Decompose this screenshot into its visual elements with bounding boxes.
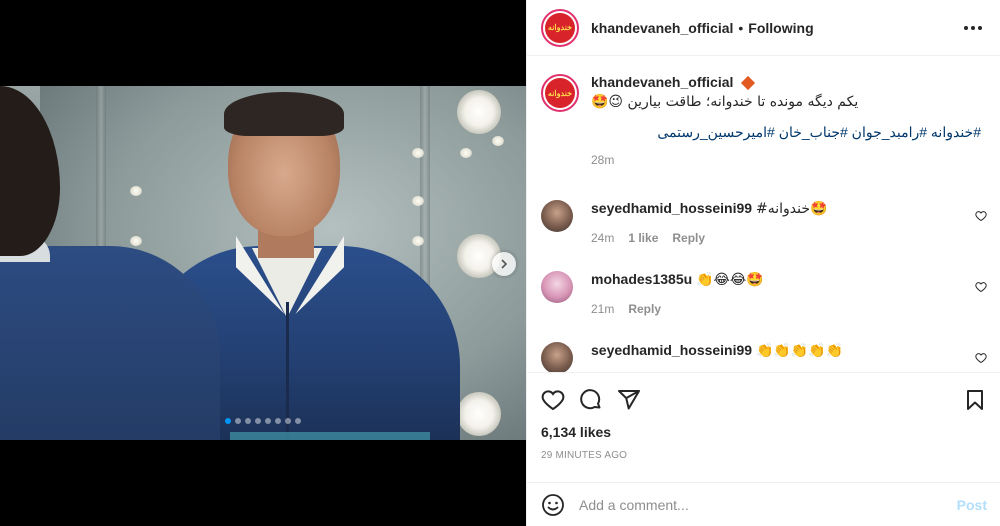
- foreground-person: [0, 86, 230, 440]
- comment-timestamp[interactable]: 24m: [591, 231, 614, 245]
- post-media: [0, 0, 526, 526]
- likes-count[interactable]: 6,134 likes: [541, 424, 987, 440]
- light-bulb: [460, 148, 472, 158]
- carousel-dot: [255, 418, 261, 424]
- comment-item: seyedhamid_hosseini99 #خندوانه🤩 24m 1 li…: [541, 200, 987, 245]
- more-icon-dot: [978, 25, 982, 30]
- desk-edge: [230, 432, 430, 440]
- comments-scroll-area[interactable]: خندوانه khandevaneh_official یکم دیگه مو…: [527, 57, 1000, 373]
- comment-text: 👏👏👏👏👏: [755, 343, 844, 359]
- comment-timestamp[interactable]: 21m: [591, 302, 614, 316]
- avatar-logo: خندوانه: [545, 12, 575, 43]
- carousel-dot: [235, 418, 241, 424]
- action-bar: 6,134 likes 29 MINUTES AGO: [527, 374, 1000, 461]
- post-sidebar: خندوانه khandevaneh_official • Following…: [526, 0, 1000, 526]
- more-icon: [964, 25, 968, 30]
- post-button[interactable]: Post: [957, 497, 987, 513]
- post-timestamp[interactable]: 29 MINUTES AGO: [541, 450, 987, 461]
- caption-username[interactable]: khandevaneh_official: [591, 74, 733, 90]
- bookmark-icon[interactable]: [963, 388, 987, 412]
- caption-hashtags[interactable]: #خندوانه #رامبد_جوان #جناب_خان #امیرحسین…: [591, 124, 981, 141]
- caption-text: یکم دیگه مونده تا خندوانه؛ طاقت بیارین 😉…: [591, 94, 859, 110]
- author-avatar[interactable]: خندوانه: [541, 8, 579, 47]
- carousel-dot: [245, 418, 251, 424]
- heart-icon[interactable]: [975, 352, 987, 364]
- caption-timestamp[interactable]: 28m: [591, 153, 981, 167]
- more-icon-dot: [971, 25, 975, 30]
- comment-likes[interactable]: 1 like: [628, 231, 658, 245]
- comment-item: mohades1385u 👏😂😂🤩 21m Reply: [541, 271, 987, 316]
- comment-input[interactable]: [579, 496, 957, 513]
- carousel-dot: [275, 418, 281, 424]
- light-bulb: [492, 136, 504, 146]
- comment-username[interactable]: seyedhamid_hosseini99: [591, 200, 752, 216]
- comment-username[interactable]: seyedhamid_hosseini99: [591, 342, 752, 358]
- comment-text: #خندوانه🤩: [755, 201, 828, 217]
- carousel-dot: [225, 418, 231, 424]
- comment-username[interactable]: mohades1385u: [591, 271, 692, 287]
- comment-icon[interactable]: [579, 388, 603, 412]
- comment-item: seyedhamid_hosseini99 👏👏👏👏👏: [541, 342, 987, 372]
- carousel-next-button[interactable]: [492, 252, 516, 276]
- carousel-dot: [265, 418, 271, 424]
- commenter-avatar[interactable]: [541, 271, 573, 303]
- comment-text: 👏😂😂🤩: [696, 272, 764, 288]
- heart-icon[interactable]: [541, 388, 565, 412]
- light-bulb: [457, 90, 501, 134]
- commenter-avatar[interactable]: [541, 342, 573, 372]
- light-bulb: [457, 392, 501, 436]
- commenter-avatar[interactable]: [541, 200, 573, 232]
- heart-icon[interactable]: [975, 281, 987, 293]
- share-icon[interactable]: [617, 388, 641, 412]
- reply-button[interactable]: Reply: [672, 231, 705, 245]
- foreground-jacket: [0, 246, 220, 440]
- add-comment-bar: Post: [527, 482, 1000, 526]
- follow-status-button[interactable]: Following: [748, 20, 813, 36]
- caption-avatar[interactable]: خندوانه: [541, 74, 579, 112]
- more-options-button[interactable]: [960, 20, 986, 36]
- carousel-dot: [295, 418, 301, 424]
- carousel-indicator: [0, 418, 526, 424]
- foreground-head: [0, 86, 60, 256]
- avatar-logo: خندوانه: [545, 78, 575, 108]
- carousel-dot: [285, 418, 291, 424]
- chevron-right-icon: [501, 259, 508, 269]
- emoji-icon[interactable]: [541, 493, 565, 517]
- separator-dot: •: [738, 19, 744, 36]
- author-username[interactable]: khandevaneh_official: [591, 20, 733, 36]
- post-header: خندوانه khandevaneh_official • Following: [527, 0, 1000, 56]
- heart-icon[interactable]: [975, 210, 987, 222]
- badge-icon: [741, 76, 756, 91]
- post-photo[interactable]: [0, 86, 526, 440]
- reply-button[interactable]: Reply: [628, 302, 661, 316]
- subject-hair: [224, 92, 344, 136]
- caption: خندوانه khandevaneh_official یکم دیگه مو…: [541, 74, 981, 167]
